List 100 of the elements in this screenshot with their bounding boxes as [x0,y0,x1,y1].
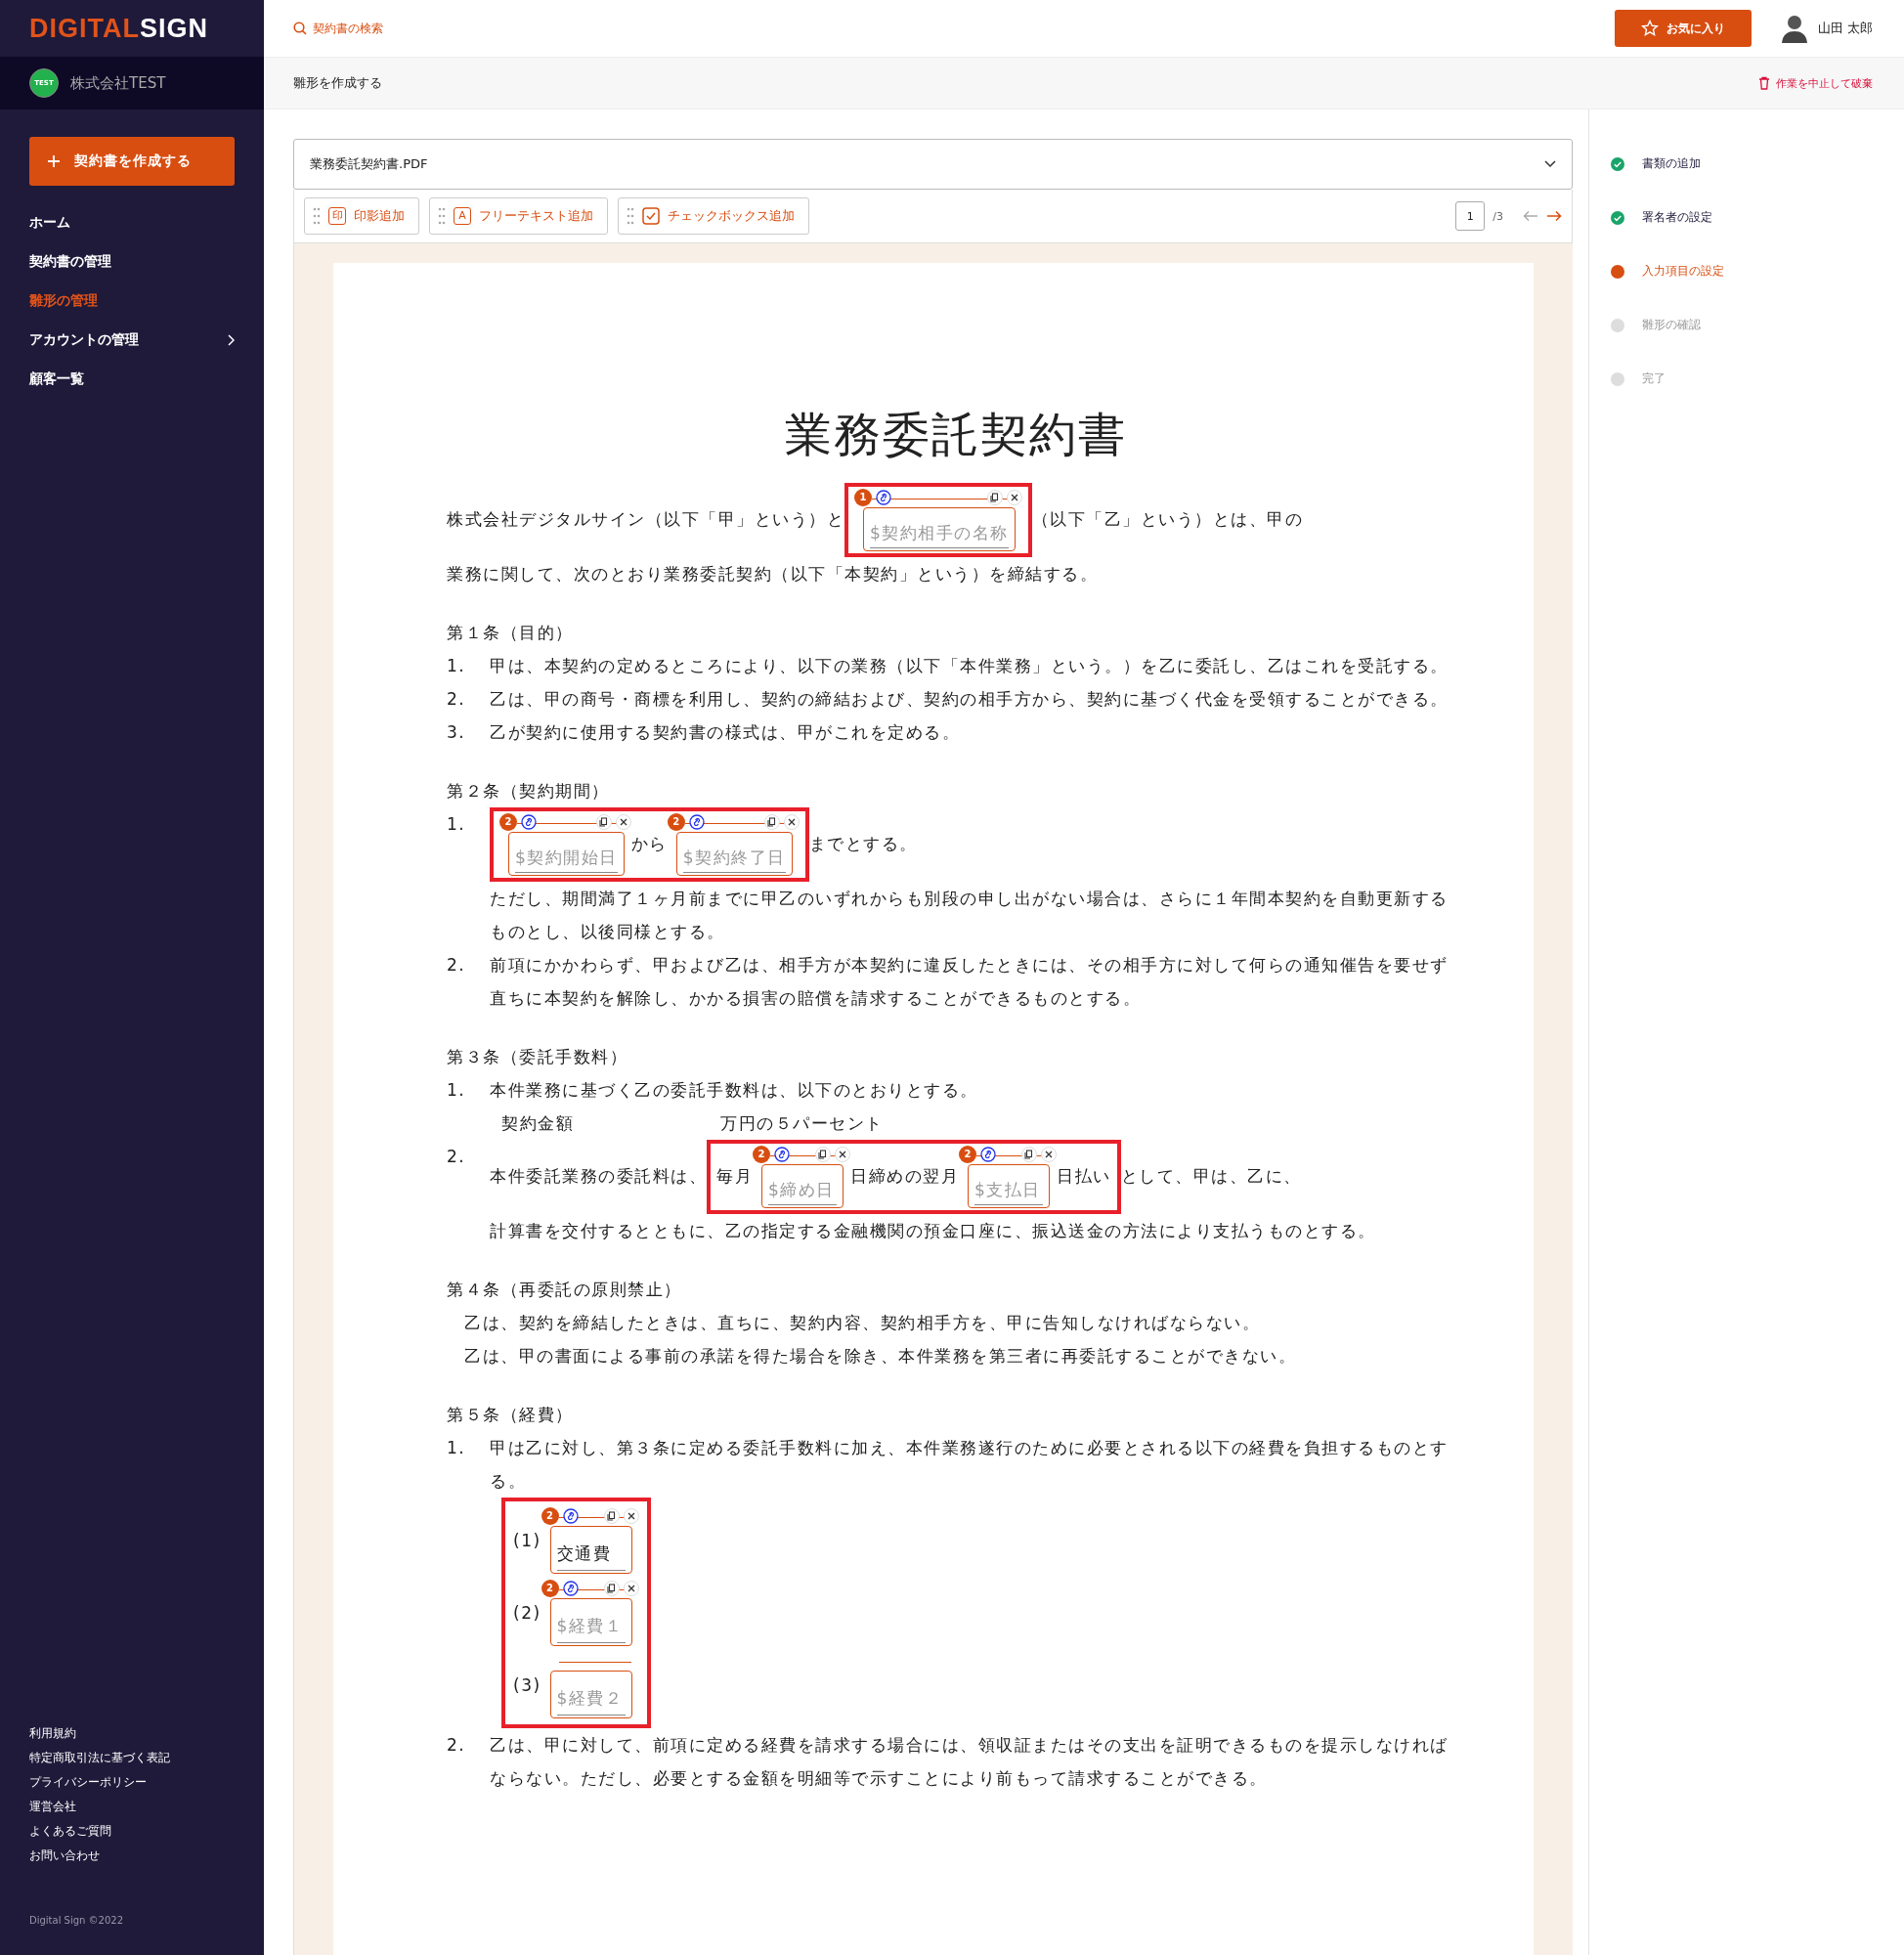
link-icon[interactable] [688,814,705,830]
input-field[interactable]: $契約終了日 [675,832,793,876]
item-number: 2. [447,954,467,977]
discard-link[interactable]: 作業を中止して破棄 [1758,75,1873,91]
add-field-button[interactable]: 印 印影追加 [304,197,419,235]
field-placeholder: $契約開始日 [515,843,618,873]
item-number: 1. [447,1079,467,1102]
create-contract-button[interactable]: 契約書を作成する [29,137,235,186]
paragraph-text: 甲は、本契約の定めるところにより、以下の業務（以下「本件業務」という。）を乙に委託し、乙はこれを受託する。 [490,655,1449,677]
signer-badge: 1 [854,489,872,506]
input-field[interactable]: $経費２ [549,1671,632,1718]
copy-icon[interactable] [986,490,1003,505]
paragraph-text: として、甲は、乙に、 [1120,1166,1302,1186]
paragraph-text: 株式会社デジタルサイン（以下「甲」という）と [447,509,844,529]
copyright-text: Digital Sign ©2022 [28,1914,125,1928]
copy-icon[interactable] [815,1147,831,1162]
trash-icon [1758,76,1770,90]
paragraph-text: 本件委託業務の委託料は、 [490,1166,707,1186]
checkbox-icon [642,207,660,225]
link-icon[interactable] [980,1147,996,1162]
add-field-button[interactable]: チェックボックス追加 [618,197,809,235]
signer-badge: 2 [959,1146,976,1163]
paragraph-text: 乙は、契約を締結したときは、直ちに、契約内容、契約相手方を、甲に告知しなければならない。 [463,1312,1261,1334]
page-title: 雛形を作成する [293,74,382,92]
nav-item[interactable]: ホーム [0,203,264,242]
link-icon[interactable] [774,1147,790,1162]
close-icon[interactable] [623,1581,639,1596]
input-field[interactable]: $締め日 [761,1164,844,1208]
section-heading: 第５条（経費） [447,1404,575,1426]
add-field-button[interactable]: A フリーテキスト追加 [429,197,608,235]
search-link[interactable]: 契約書の検索 [293,20,383,37]
input-field[interactable]: $支払日 [968,1164,1050,1208]
copy-icon[interactable] [603,1581,620,1596]
user-name[interactable]: 山田 太郎 [1817,20,1873,37]
input-field[interactable]: $契約相手の名称 [863,507,1016,551]
link-icon[interactable] [562,1581,579,1596]
item-number: 2. [447,1146,467,1168]
paragraph-text: 業務に関して、次のとおり業務委託契約（以下「本契約」という）を締結する。 [447,564,1098,584]
item-number: (3) [513,1674,541,1697]
field-placeholder: $経費２ [556,1681,626,1716]
paragraph-text: 本件業務に基づく乙の委託手数料は、以下のとおりとする。 [490,1079,978,1102]
copy-icon[interactable] [763,814,780,830]
close-icon[interactable] [783,814,800,830]
paragraph-text: 甲は乙に対し、第３条に定める委託手数料に加え、本件業務遂行のために必要とされる以下の経費を負担するものとする。 [490,1437,1450,1493]
footer-link[interactable]: 運営会社 [29,1799,235,1815]
link-icon[interactable] [562,1508,579,1524]
arrow-right-icon[interactable] [1546,210,1562,222]
item-number: 1. [447,1437,467,1459]
input-field[interactable]: $契約開始日 [508,832,625,876]
item-number: (1) [513,1530,541,1552]
plus-icon [47,154,61,168]
footer-link[interactable]: プライバシーポリシー [29,1774,235,1791]
seal-icon: 印 [328,207,346,225]
copy-icon[interactable] [1021,1147,1037,1162]
copy-icon[interactable] [603,1508,620,1524]
section-heading: 第３条（委託手数料） [447,1046,628,1068]
footer-link[interactable]: お問い合わせ [29,1847,235,1864]
user-avatar-icon [1780,14,1808,43]
footer-link[interactable]: 利用規約 [29,1725,235,1742]
item-number: 3. [447,721,467,744]
close-icon[interactable] [615,814,631,830]
paragraph-text: 毎月 [716,1166,753,1186]
close-icon[interactable] [835,1147,850,1162]
footer-link[interactable]: 特定商取引法に基づく表記 [29,1750,235,1766]
nav-item[interactable]: 契約書の管理 [0,242,264,282]
close-icon[interactable] [623,1508,639,1524]
signer-badge: 2 [541,1507,559,1525]
link-icon[interactable] [876,490,891,505]
section-heading: 第２条（契約期間） [447,780,611,803]
paragraph-text: 前項にかかわらず、甲および乙は、相手方が本契約に違反したときには、その相手方に対して何らの通知催告を要せず直ちに本契約を解除し、かかる損害の賠償を請求することができるものとする。 [490,954,1450,1010]
term-label: 契約金額 [501,1112,574,1135]
drag-handle-icon [627,207,634,225]
page-number-field[interactable]: 1 [1455,201,1486,231]
document-title: 業務委託契約書 [784,406,1128,463]
paragraph-text: 乙は、甲の書面による事前の承諾を得た場合を除き、本件業務を第三者に再委託することができない。 [463,1345,1297,1368]
close-icon[interactable] [1006,490,1022,505]
input-field[interactable]: 交通費 [549,1526,632,1574]
field-placeholder: $経費１ [556,1609,626,1643]
file-select[interactable]: 業務委託契約書.PDF [293,139,1573,190]
star-icon [1640,20,1659,37]
paragraph-text: から [630,834,668,853]
signer-badge: 2 [499,813,517,831]
close-icon[interactable] [1041,1147,1057,1162]
favorite-button[interactable]: お気に入り [1614,10,1752,47]
paragraph-text: 乙は、甲の商号・商標を利用し、契約の締結および、契約の相手方から、契約に基づく代金を受領することができる。 [490,688,1449,711]
item-number: 2. [447,1734,467,1757]
footer-link[interactable]: よくあるご質問 [29,1823,235,1840]
item-number: (2) [513,1602,541,1625]
nav-item[interactable]: 雛形の管理 [0,282,264,321]
step-label: 雛形の確認 [1642,317,1701,333]
nav-item[interactable]: 顧客一覧 [0,360,264,399]
nav-item[interactable]: アカウントの管理 [0,321,264,360]
input-field[interactable]: $経費１ [549,1598,632,1646]
step-label: 入力項目の設定 [1642,263,1724,280]
item-number: 1. [447,655,467,677]
link-icon[interactable] [521,814,537,830]
item-number: 2. [447,688,467,711]
page-total: /3 [1493,209,1503,223]
paragraph-text: 日払い [1057,1166,1111,1186]
copy-icon[interactable] [595,814,612,830]
